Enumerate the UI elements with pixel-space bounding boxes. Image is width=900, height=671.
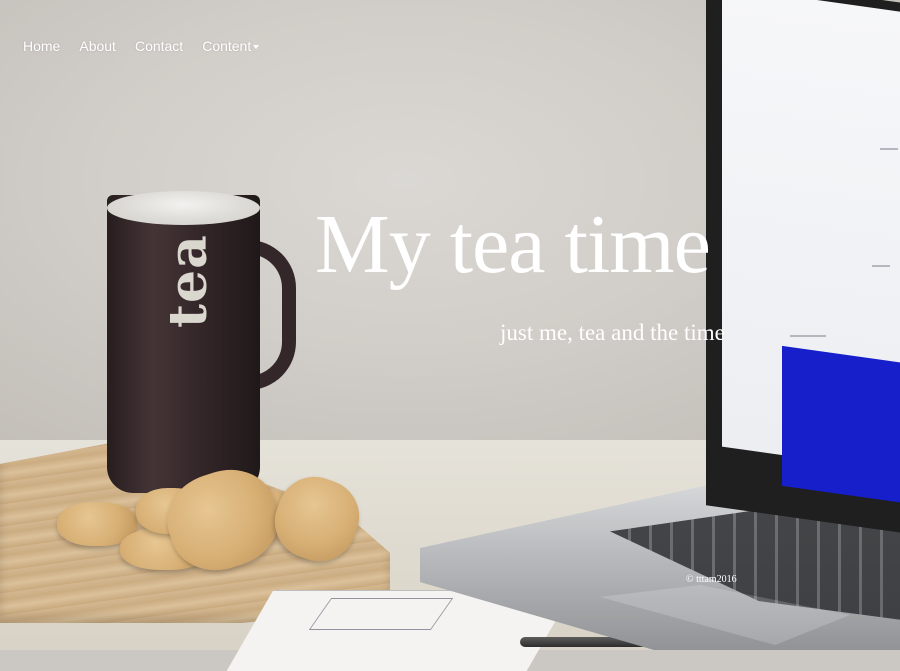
photo-overlay xyxy=(0,0,900,650)
top-nav: Home About Contact Content xyxy=(23,38,278,54)
hero-title: My tea time xyxy=(315,198,711,291)
caret-down-icon xyxy=(253,45,260,49)
copyright-text: © tttam2016 xyxy=(686,574,737,585)
nav-content-dropdown[interactable]: Content xyxy=(202,38,260,54)
nav-home-link[interactable]: Home xyxy=(23,38,60,54)
nav-about-link[interactable]: About xyxy=(79,38,116,54)
nav-content-label: Content xyxy=(202,38,252,54)
hero-subtitle: just me, tea and the time xyxy=(500,320,725,345)
nav-contact-link[interactable]: Contact xyxy=(135,38,183,54)
